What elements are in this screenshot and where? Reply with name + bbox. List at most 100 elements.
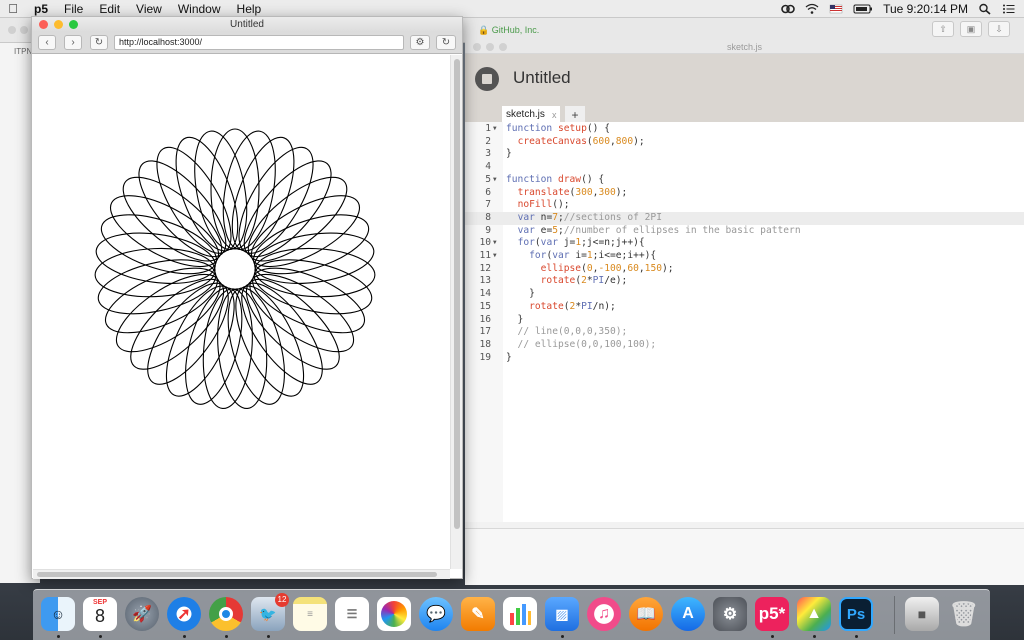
- vertical-scrollbar[interactable]: [450, 55, 462, 569]
- tabs-icon[interactable]: ▣: [960, 21, 982, 37]
- menu-help[interactable]: Help: [229, 0, 270, 18]
- flag-icon[interactable]: [829, 3, 843, 15]
- code-line[interactable]: 15 rotate(2*PI/n);: [465, 301, 1024, 314]
- line-number: 2: [485, 135, 491, 147]
- sketch-canvas-viewport[interactable]: [33, 55, 449, 569]
- line-number: 3: [485, 148, 491, 160]
- code-line[interactable]: 10 ▼ for(var j=1;j<=n;j++){: [465, 237, 1024, 250]
- itunes-icon[interactable]: ♫: [587, 597, 621, 631]
- code-line[interactable]: 4: [465, 161, 1024, 174]
- code-line[interactable]: 3}: [465, 148, 1024, 161]
- p5-icon[interactable]: p5*: [755, 597, 789, 631]
- code-text: // ellipse(0,0,100,100);: [506, 339, 657, 352]
- share-icon[interactable]: ⇧: [932, 21, 954, 37]
- settings-gear-icon[interactable]: ⚙: [410, 35, 430, 50]
- code-line[interactable]: 11 ▼ for(var i=1;i<=e;i++){: [465, 250, 1024, 263]
- notification-center-icon[interactable]: [1002, 3, 1016, 15]
- ibooks-icon[interactable]: 📖: [629, 597, 663, 631]
- chrome-icon[interactable]: [209, 597, 243, 631]
- code-line[interactable]: 12 ellipse(0,-100,60,150);: [465, 263, 1024, 276]
- calendar-icon[interactable]: SEP 8: [83, 597, 117, 631]
- horizontal-scroll-thumb[interactable]: [37, 572, 437, 577]
- menu-window[interactable]: Window: [170, 0, 229, 18]
- download-icon[interactable]: ⇩: [988, 21, 1010, 37]
- code-line[interactable]: 13 rotate(2*PI/e);: [465, 275, 1024, 288]
- code-token: j=: [563, 237, 576, 249]
- code-text: rotate(2*PI/e);: [506, 275, 628, 288]
- appstore-icon[interactable]: A: [671, 597, 705, 631]
- code-token: );: [633, 135, 645, 147]
- notes-icon[interactable]: ≡: [293, 597, 327, 631]
- background-address-bar[interactable]: 🔒 GitHub, Inc.: [478, 22, 718, 38]
- photos-icon[interactable]: [377, 597, 411, 631]
- horizontal-scrollbar[interactable]: [33, 569, 450, 579]
- code-line[interactable]: 8 var n=7;//sections of 2PI: [465, 211, 1024, 225]
- tab-sketch-label: sketch.js: [506, 109, 545, 120]
- photoshop-icon[interactable]: Ps: [839, 597, 873, 631]
- fold-arrow-icon[interactable]: ▼: [493, 250, 497, 263]
- editor-titlebar[interactable]: sketch.js: [465, 40, 1024, 54]
- menu-view[interactable]: View: [128, 0, 170, 18]
- creative-cloud-icon[interactable]: [781, 3, 795, 15]
- fold-arrow-icon[interactable]: ▼: [493, 123, 497, 136]
- code-line[interactable]: 5 ▼ function draw() {: [465, 174, 1024, 187]
- code-text: function setup() {: [506, 123, 610, 136]
- code-line[interactable]: 17 // line(0,0,0,350);: [465, 326, 1024, 339]
- keynote-icon[interactable]: ▨: [545, 597, 579, 631]
- battery-icon[interactable]: [853, 3, 873, 15]
- preferences-icon[interactable]: ⚙: [713, 597, 747, 631]
- sketch-ellipse: [147, 282, 229, 385]
- forward-button[interactable]: ›: [64, 35, 82, 50]
- code-line[interactable]: 2 createCanvas(600,800);: [465, 136, 1024, 149]
- code-line[interactable]: 18 // ellipse(0,0,100,100);: [465, 339, 1024, 352]
- code-line[interactable]: 14 }: [465, 288, 1024, 301]
- numbers-icon[interactable]: [503, 597, 537, 631]
- line-number: 17: [479, 326, 491, 338]
- code-token: 60: [627, 262, 639, 274]
- code-line[interactable]: 7 noFill();: [465, 199, 1024, 212]
- stop-button[interactable]: [475, 67, 499, 91]
- reload-icon[interactable]: ↻: [90, 35, 108, 50]
- fold-arrow-icon[interactable]: ▼: [493, 237, 497, 250]
- status-area: Tue 9:20:14 PM: [781, 0, 1016, 18]
- fold-arrow-icon[interactable]: ▼: [493, 174, 497, 187]
- code-token: ;j<=n;j++){: [581, 237, 645, 249]
- console-panel[interactable]: [465, 528, 1024, 585]
- code-token: }: [506, 148, 512, 160]
- hobbyist-icon[interactable]: ▲: [797, 597, 831, 631]
- apple-menu-icon[interactable]: : [0, 0, 26, 18]
- back-button[interactable]: ‹: [38, 35, 56, 50]
- trash-icon[interactable]: 🗑: [947, 597, 981, 631]
- vertical-scroll-thumb[interactable]: [454, 59, 460, 529]
- code-text: ellipse(0,-100,60,150);: [506, 263, 674, 276]
- menu-file[interactable]: File: [56, 0, 91, 18]
- browser-titlebar[interactable]: Untitled: [32, 17, 462, 32]
- spotlight-icon[interactable]: [978, 3, 992, 15]
- code-line[interactable]: 6 translate(300,300);: [465, 187, 1024, 200]
- app-menu[interactable]: p5: [26, 0, 56, 18]
- code-text: noFill();: [506, 199, 570, 212]
- wifi-icon[interactable]: [805, 3, 819, 15]
- url-field[interactable]: http://localhost:3000/: [114, 35, 404, 50]
- reminders-icon[interactable]: ☰: [335, 597, 369, 631]
- code-line[interactable]: 19}: [465, 352, 1024, 365]
- launchpad-icon[interactable]: 🚀: [125, 597, 159, 631]
- menu-edit[interactable]: Edit: [91, 0, 128, 18]
- safari-icon[interactable]: ➚: [167, 597, 201, 631]
- code-line[interactable]: 1 ▼ function setup() {: [465, 123, 1024, 136]
- pages-icon[interactable]: ✎: [461, 597, 495, 631]
- background-tab-label[interactable]: ITPN: [14, 47, 32, 56]
- code-line[interactable]: 9 var e=5;//number of ellipses in the ba…: [465, 225, 1024, 238]
- code-token: /e);: [604, 275, 628, 287]
- menubar-clock[interactable]: Tue 9:20:14 PM: [883, 2, 968, 16]
- code-line[interactable]: 16 }: [465, 314, 1024, 327]
- messages-icon[interactable]: 💬: [419, 597, 453, 631]
- code-token: PI: [592, 275, 605, 287]
- finder-icon[interactable]: ☺: [41, 597, 75, 631]
- refresh-icon[interactable]: ↻: [436, 35, 456, 50]
- code-editor[interactable]: 1 ▼ function setup() {2 createCanvas(600,8…: [465, 122, 1024, 522]
- downloads-icon[interactable]: ■: [905, 597, 939, 631]
- code-text: for(var i=1;i<=e;i++){: [506, 250, 656, 263]
